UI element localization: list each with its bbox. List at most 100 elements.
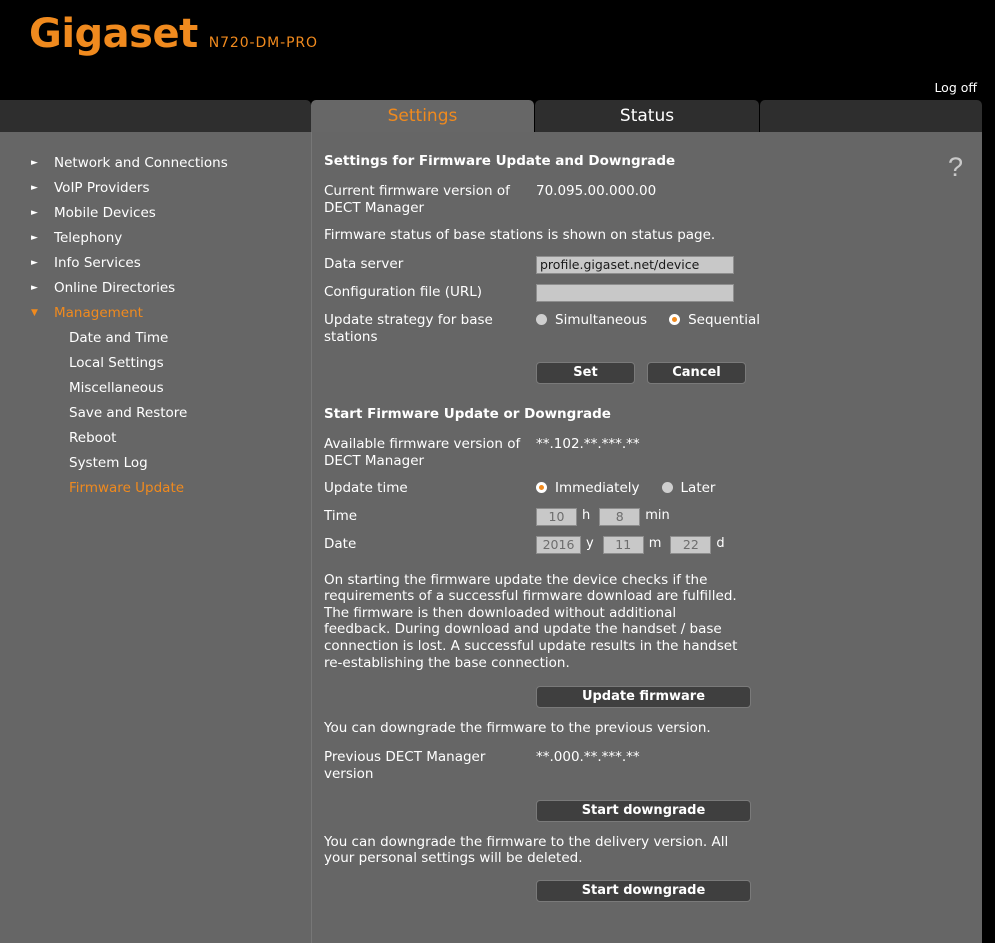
time-minute-input[interactable] [599,507,641,526]
current-firmware-version-row: Current firmware version of DECT Manager… [324,183,982,217]
sidebar-item-mobile-devices[interactable]: ► Mobile Devices [0,201,311,226]
log-off-link[interactable]: Log off [934,80,977,95]
radio-option-immediately[interactable]: Immediately [536,480,640,496]
sidebar-item-reboot[interactable]: Reboot [0,426,311,451]
data-server-input[interactable] [536,255,734,274]
radio-option-later[interactable]: Later [661,479,716,496]
sidebar-item-online-directories[interactable]: ► Online Directories [0,276,311,301]
downgrade-previous-button-row: Start downgrade [536,799,982,822]
update-time-row: Update time Immediately Later [324,480,982,498]
sidebar-item-voip-providers[interactable]: ► VoIP Providers [0,176,311,201]
sidebar-item-label: Network and Connections [54,155,228,171]
time-hour-unit: h [582,507,591,523]
date-label: Date [324,535,357,552]
date-year-input[interactable] [536,535,581,554]
collapsed-arrow-icon: ► [31,283,38,293]
configuration-file-url-row: Configuration file (URL) [324,283,982,302]
previous-version-value: **.000.**.***.** [536,748,640,765]
previous-version-row: Previous DECT Manager version **.000.**.… [324,749,982,783]
collapsed-arrow-icon: ► [31,208,38,218]
radio-label-simultaneous: Simultaneous [555,311,648,328]
collapsed-arrow-icon: ► [31,158,38,168]
sidebar-item-label: Mobile Devices [54,205,156,221]
brand-name: Gigaset [29,11,198,57]
sidebar-item-date-and-time[interactable]: Date and Time [0,326,311,351]
radio-label-later: Later [680,479,716,496]
radio-icon-simultaneous[interactable] [536,314,547,326]
start-section-title: Start Firmware Update or Downgrade [324,405,611,422]
set-button[interactable]: Set [536,361,635,384]
sidebar-item-save-and-restore[interactable]: Save and Restore [0,401,311,426]
sidebar-item-telephony[interactable]: ► Telephony [0,226,311,251]
update-firmware-button[interactable]: Update firmware [536,686,751,709]
sidebar-item-info-services[interactable]: ► Info Services [0,251,311,276]
available-firmware-version-label: Available firmware version of DECT Manag… [324,435,521,469]
app-window: Gigaset N720-DM-PRO Log off Settings Sta… [0,0,995,943]
date-month-unit: m [648,535,662,551]
radio-option-simultaneous[interactable]: Simultaneous [536,312,647,328]
downgrade-delivery-button-row: Start downgrade [536,879,982,902]
sidebar-item-system-log[interactable]: System Log [0,451,311,476]
start-downgrade-delivery-button[interactable]: Start downgrade [536,879,751,902]
update-strategy-label: Update strategy for base stations [324,311,493,345]
date-year-unit: y [586,535,594,551]
time-minute-unit: min [645,507,670,523]
sidebar-item-label: Info Services [54,255,141,271]
sidebar-item-firmware-update[interactable]: Firmware Update [0,476,311,501]
tab-settings[interactable]: Settings [311,100,534,132]
update-info-paragraph: On starting the firmware update the devi… [324,571,738,671]
collapsed-arrow-icon: ► [31,183,38,193]
update-strategy-radio-group: Simultaneous Sequential [536,312,782,328]
content-inner: Settings for Firmware Update and Downgra… [312,132,982,902]
sidebar-item-label: Management [54,305,143,321]
device-model: N720-DM-PRO [208,35,318,51]
current-firmware-version-value: 70.095.00.000.00 [536,183,657,199]
configuration-file-url-label: Configuration file (URL) [324,283,483,300]
available-firmware-version-value: **.102.**.***.** [536,435,640,452]
update-time-label: Update time [324,479,408,496]
tab-status[interactable]: Status [535,100,759,132]
right-edge-margin [982,132,995,943]
update-firmware-button-row: Update firmware [536,685,982,709]
sidebar-item-label: VoIP Providers [54,180,150,196]
time-hour-input[interactable] [536,507,577,526]
sidebar: ► Network and Connections ► VoIP Provide… [0,132,311,943]
downgrade-previous-note: You can downgrade the firmware to the pr… [324,720,711,737]
firmware-status-note: Firmware status of base stations is show… [324,227,716,243]
sidebar-item-label: Telephony [54,230,123,246]
page-header: Gigaset N720-DM-PRO Log off [0,0,995,103]
content-panel: ? Settings for Firmware Update and Downg… [311,132,982,943]
sidebar-item-network-and-connections[interactable]: ► Network and Connections [0,151,311,176]
date-day-unit: d [716,535,725,551]
data-server-row: Data server [324,255,982,274]
time-label: Time [324,507,358,524]
update-time-radio-group: Immediately Later [536,480,737,496]
sidebar-item-management[interactable]: ▼ Management [0,301,311,326]
downgrade-delivery-note: You can downgrade the firmware to the de… [324,833,729,867]
sidebar-item-local-settings[interactable]: Local Settings [0,351,311,376]
date-month-input[interactable] [602,535,644,554]
time-row: Time h min [324,507,982,526]
tab-empty[interactable] [760,100,982,132]
sidebar-nav: ► Network and Connections ► VoIP Provide… [0,132,311,501]
collapsed-arrow-icon: ► [31,258,38,268]
radio-option-sequential[interactable]: Sequential [669,312,760,328]
radio-label-sequential: Sequential [688,311,760,328]
brand-logo: Gigaset N720-DM-PRO [29,14,318,54]
radio-icon-immediately[interactable] [536,482,547,494]
settings-section-title: Settings for Firmware Update and Downgra… [324,153,676,169]
collapsed-arrow-icon: ► [31,233,38,243]
sidebar-item-miscellaneous[interactable]: Miscellaneous [0,376,311,401]
date-day-input[interactable] [670,535,712,554]
available-firmware-version-row: Available firmware version of DECT Manag… [324,436,982,470]
data-server-label: Data server [324,255,404,272]
start-downgrade-previous-button[interactable]: Start downgrade [536,799,751,822]
cancel-button[interactable]: Cancel [647,361,746,384]
configuration-file-url-input[interactable] [536,283,734,302]
date-row: Date y m d [324,535,982,554]
previous-version-label: Previous DECT Manager version [324,748,486,782]
radio-icon-sequential[interactable] [669,314,681,326]
radio-icon-later[interactable] [661,482,673,494]
expanded-arrow-icon: ▼ [31,308,38,318]
sidebar-item-label: Online Directories [54,280,176,296]
